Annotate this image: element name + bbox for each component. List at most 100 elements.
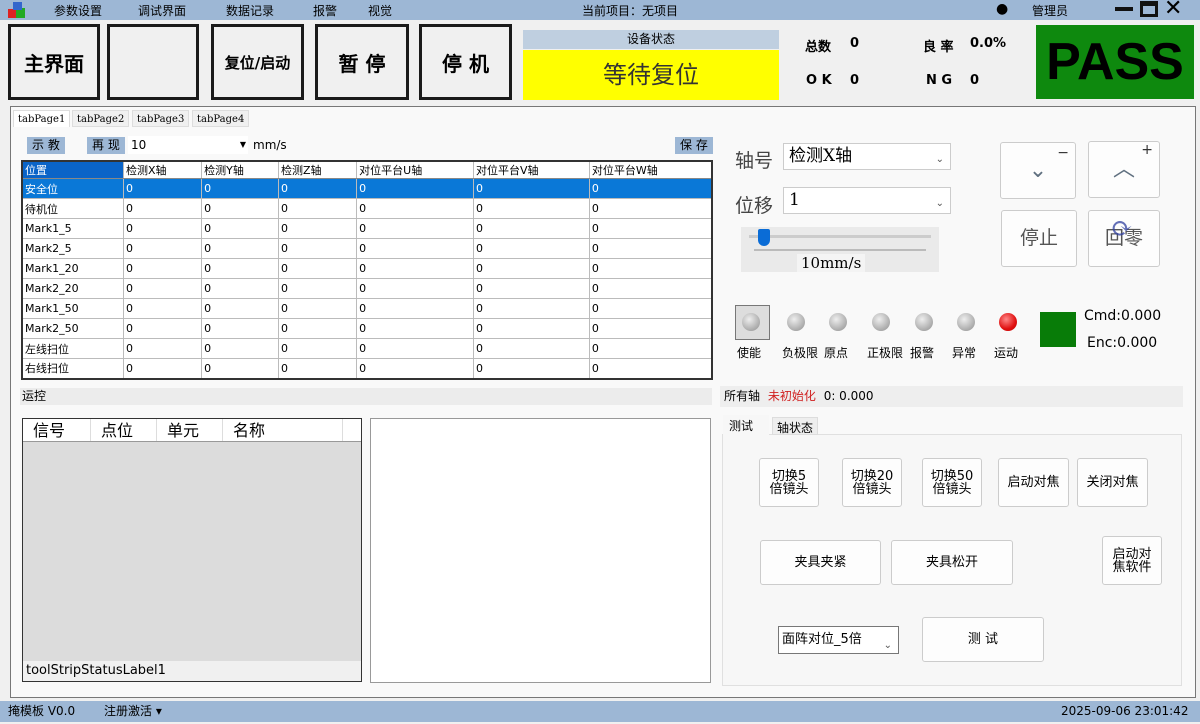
switch-lens-50-button[interactable]: 切换50倍镜头 bbox=[922, 458, 982, 507]
table-cell[interactable]: 0 bbox=[356, 278, 474, 299]
table-cell[interactable]: 0 bbox=[472, 318, 590, 339]
signal-header[interactable]: 信号 bbox=[23, 419, 91, 441]
table-cell[interactable]: 0 bbox=[122, 198, 203, 219]
table-cell[interactable]: 0 bbox=[356, 358, 474, 379]
table-cell[interactable]: 0 bbox=[277, 298, 358, 319]
grid-header[interactable]: 检测Z轴 bbox=[277, 160, 358, 179]
register-dropdown[interactable]: 注册激活 ▾ bbox=[104, 701, 162, 722]
table-row[interactable]: Mark2_20 0 0 0 0 0 0 bbox=[21, 278, 713, 299]
slider-thumb[interactable] bbox=[757, 229, 770, 246]
table-cell[interactable]: 0 bbox=[588, 298, 713, 319]
home-button[interactable]: 回零 ⟳ bbox=[1088, 210, 1160, 267]
clamp-button[interactable]: 夹具夹紧 bbox=[760, 540, 881, 585]
grid-header[interactable]: 检测Y轴 bbox=[201, 160, 279, 179]
table-row[interactable]: Mark1_20 0 0 0 0 0 0 bbox=[21, 258, 713, 279]
disp-select[interactable]: 1 ⌄ bbox=[783, 187, 951, 214]
table-cell[interactable]: 安全位 bbox=[21, 178, 124, 199]
jog-minus-button[interactable]: ⌄ − bbox=[1000, 142, 1076, 199]
table-cell[interactable]: 0 bbox=[201, 278, 279, 299]
tab-page2[interactable]: tabPage2 bbox=[72, 110, 130, 127]
table-cell[interactable]: 0 bbox=[277, 238, 358, 259]
table-cell[interactable]: 0 bbox=[201, 338, 279, 359]
table-cell[interactable]: Mark2_20 bbox=[21, 278, 124, 299]
table-cell[interactable]: 0 bbox=[122, 258, 203, 279]
table-cell[interactable]: 0 bbox=[472, 218, 590, 239]
position-grid[interactable]: 位置 检测X轴 检测Y轴 检测Z轴 对位平台U轴 对位平台V轴 对位平台W轴 安全位 0 0 0 0 0… bbox=[21, 160, 713, 380]
table-cell[interactable]: 0 bbox=[588, 338, 713, 359]
signal-header[interactable]: 点位 bbox=[91, 419, 157, 441]
table-cell[interactable]: 0 bbox=[277, 178, 358, 199]
tab-test[interactable]: 测试 bbox=[723, 415, 769, 435]
table-cell[interactable]: 0 bbox=[588, 258, 713, 279]
grid-header[interactable]: 对位平台V轴 bbox=[472, 160, 590, 179]
table-cell[interactable]: 0 bbox=[472, 338, 590, 359]
menu-params[interactable]: 参数设置 bbox=[54, 2, 102, 19]
table-cell[interactable]: 0 bbox=[588, 318, 713, 339]
table-cell[interactable]: 0 bbox=[277, 198, 358, 219]
table-cell[interactable]: 0 bbox=[588, 278, 713, 299]
pause-button[interactable]: 暂 停 bbox=[315, 24, 409, 100]
grid-header[interactable]: 对位平台W轴 bbox=[588, 160, 713, 179]
table-cell[interactable]: 0 bbox=[122, 278, 203, 299]
menu-debug[interactable]: 调试界面 bbox=[138, 2, 186, 19]
switch-lens-20-button[interactable]: 切换20倍镜头 bbox=[842, 458, 902, 507]
table-cell[interactable]: 0 bbox=[122, 358, 203, 379]
log-box[interactable] bbox=[370, 418, 711, 683]
start-focus-software-button[interactable]: 启动对焦软件 bbox=[1102, 536, 1162, 585]
table-cell[interactable]: 0 bbox=[472, 178, 590, 199]
table-cell[interactable]: 0 bbox=[277, 258, 358, 279]
table-cell[interactable]: 0 bbox=[472, 278, 590, 299]
signal-list[interactable]: 信号 点位 单元 名称 toolStripStatusLabel1 bbox=[22, 418, 362, 682]
minimize-button[interactable] bbox=[1115, 7, 1133, 11]
tab-axis-status[interactable]: 轴状态 bbox=[772, 417, 819, 435]
menu-data-log[interactable]: 数据记录 bbox=[226, 2, 274, 19]
table-cell[interactable]: 0 bbox=[356, 338, 474, 359]
axis-select[interactable]: 检测X轴 ⌄ bbox=[783, 143, 951, 170]
table-cell[interactable]: 0 bbox=[201, 358, 279, 379]
tab-page4[interactable]: tabPage4 bbox=[192, 110, 250, 127]
table-cell[interactable]: 0 bbox=[356, 198, 474, 219]
table-cell[interactable]: 0 bbox=[356, 218, 474, 239]
switch-lens-5-button[interactable]: 切换5倍镜头 bbox=[759, 458, 819, 507]
release-button[interactable]: 夹具松开 bbox=[891, 540, 1013, 585]
table-cell[interactable]: Mark2_50 bbox=[21, 318, 124, 339]
table-cell[interactable]: 0 bbox=[201, 258, 279, 279]
grid-header[interactable]: 检测X轴 bbox=[122, 160, 203, 179]
tab-page3[interactable]: tabPage3 bbox=[132, 110, 190, 127]
table-cell[interactable]: 0 bbox=[122, 338, 203, 359]
table-cell[interactable]: 0 bbox=[122, 178, 203, 199]
table-cell[interactable]: 0 bbox=[356, 298, 474, 319]
table-cell[interactable]: 0 bbox=[201, 178, 279, 199]
table-cell[interactable]: Mark1_5 bbox=[21, 218, 124, 239]
table-cell[interactable]: 左线扫位 bbox=[21, 338, 124, 359]
table-cell[interactable]: 待机位 bbox=[21, 198, 124, 219]
user-name[interactable]: 管理员 bbox=[1032, 2, 1068, 19]
table-cell[interactable]: 0 bbox=[472, 298, 590, 319]
table-cell[interactable]: 0 bbox=[201, 198, 279, 219]
table-cell[interactable]: 0 bbox=[201, 298, 279, 319]
table-cell[interactable]: 0 bbox=[277, 358, 358, 379]
table-cell[interactable]: 0 bbox=[122, 218, 203, 239]
save-button[interactable]: 保 存 bbox=[675, 137, 713, 154]
menu-alarm[interactable]: 报警 bbox=[313, 2, 337, 19]
table-cell[interactable]: 0 bbox=[356, 258, 474, 279]
table-cell[interactable]: 0 bbox=[588, 178, 713, 199]
table-cell[interactable]: 0 bbox=[122, 298, 203, 319]
table-cell[interactable]: 0 bbox=[201, 218, 279, 239]
table-cell[interactable]: 0 bbox=[122, 238, 203, 259]
table-cell[interactable]: 0 bbox=[356, 238, 474, 259]
table-cell[interactable]: 0 bbox=[472, 358, 590, 379]
table-cell[interactable]: 0 bbox=[122, 318, 203, 339]
table-cell[interactable]: Mark1_50 bbox=[21, 298, 124, 319]
replay-button[interactable]: 再 现 bbox=[87, 137, 125, 154]
slider-track[interactable] bbox=[749, 235, 931, 238]
stop-machine-button[interactable]: 停 机 bbox=[419, 24, 512, 100]
table-cell[interactable]: 0 bbox=[588, 358, 713, 379]
table-cell[interactable]: Mark1_20 bbox=[21, 258, 124, 279]
table-row[interactable]: 右线扫位 0 0 0 0 0 0 bbox=[21, 358, 713, 379]
table-cell[interactable]: 0 bbox=[588, 198, 713, 219]
close-button[interactable]: ✕ bbox=[1164, 0, 1182, 21]
table-row[interactable]: 左线扫位 0 0 0 0 0 0 bbox=[21, 338, 713, 359]
table-cell[interactable]: 右线扫位 bbox=[21, 358, 124, 379]
test-button[interactable]: 测 试 bbox=[922, 617, 1044, 662]
